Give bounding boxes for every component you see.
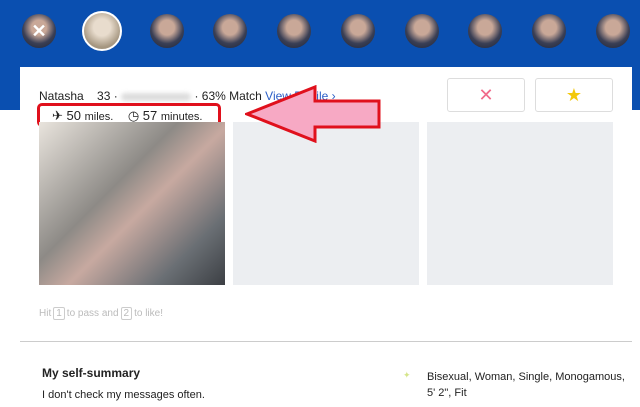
avatar[interactable]: ✕ <box>22 14 56 48</box>
separator: · <box>113 89 118 103</box>
avatar-strip: ✕ <box>0 11 640 51</box>
time-value: 57 <box>142 108 158 123</box>
profile-age: 33 <box>97 89 111 103</box>
avatar-selected[interactable] <box>82 11 122 51</box>
hint-text: Hit <box>39 308 52 319</box>
pass-button[interactable]: ✕ <box>447 78 525 112</box>
annotation-arrow <box>245 85 381 143</box>
profile-name: Natasha <box>39 89 84 103</box>
separator: · <box>194 89 199 103</box>
avatar[interactable] <box>213 14 247 48</box>
close-icon[interactable]: ✕ <box>22 14 56 48</box>
like-button[interactable]: ★ <box>535 78 613 112</box>
details-icon: ✦ <box>403 370 411 380</box>
key-badge: 2 <box>120 307 133 320</box>
avatar[interactable] <box>596 14 630 48</box>
blurred-location <box>121 92 192 101</box>
distance-value: 50 <box>66 108 81 123</box>
divider <box>20 341 632 342</box>
profile-photo[interactable] <box>39 122 225 285</box>
keyboard-hint: Hit 1 to pass and 2 to like! <box>39 307 163 320</box>
arrow-shape <box>245 85 381 143</box>
avatar[interactable] <box>150 14 184 48</box>
star-icon: ★ <box>565 85 583 105</box>
avatar[interactable] <box>532 14 566 48</box>
key-badge: 1 <box>53 307 65 320</box>
close-icon: ✕ <box>478 85 494 105</box>
avatar[interactable] <box>341 14 375 48</box>
photo-placeholder[interactable] <box>233 122 419 285</box>
hint-text: to pass and <box>66 308 119 319</box>
photo-placeholder[interactable] <box>427 122 613 285</box>
summary-heading: My self-summary <box>42 366 141 380</box>
hint-text: to like! <box>134 308 163 319</box>
details-text: Bisexual, Woman, Single, Monogamous, 5' … <box>427 371 625 399</box>
avatar[interactable] <box>405 14 439 48</box>
plane-icon: ✈ <box>52 108 63 123</box>
clock-icon: ◷ <box>127 108 140 123</box>
summary-text: I don't check my messages often. <box>42 389 205 401</box>
avatar[interactable] <box>277 14 311 48</box>
avatar[interactable] <box>468 14 502 48</box>
